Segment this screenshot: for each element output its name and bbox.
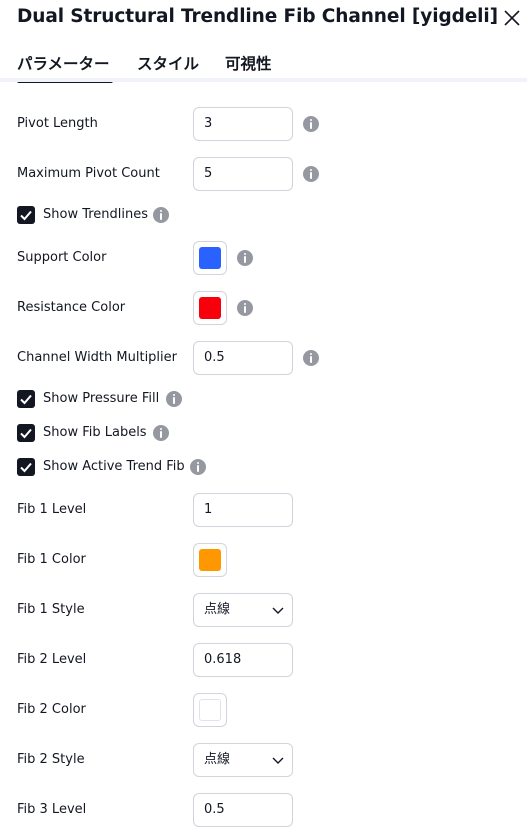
resistance-color-label: Resistance Color [17, 300, 126, 315]
info-icon[interactable] [303, 116, 319, 132]
show-active-trend-fib-checkbox[interactable] [17, 458, 35, 476]
fib1-level-label: Fib 1 Level [17, 502, 87, 517]
info-icon[interactable] [237, 300, 253, 316]
fib2-color-swatch [199, 699, 221, 721]
fib3-level-input[interactable]: 0.5 [193, 793, 293, 827]
show-fib-labels-label: Show Fib Labels [43, 425, 147, 440]
tab-style[interactable]: スタイル [137, 52, 199, 74]
support-color-swatch-button[interactable] [193, 241, 227, 275]
close-icon[interactable] [500, 6, 524, 30]
fib2-color-swatch-button[interactable] [193, 693, 227, 727]
tabs-divider [0, 78, 527, 82]
checkmark-icon [20, 428, 32, 439]
dialog-header: Dual Structural Trendline Fib Channel [y… [0, 0, 532, 40]
show-trendlines-label: Show Trendlines [43, 207, 149, 222]
pivot-length-label: Pivot Length [17, 116, 98, 131]
fib2-style-select[interactable]: 点線 [193, 743, 293, 777]
fib1-style-value: 点線 [204, 602, 231, 617]
fib2-level-label: Fib 2 Level [17, 652, 87, 667]
info-icon[interactable] [303, 350, 319, 366]
checkmark-icon [20, 210, 32, 221]
fib1-level-input[interactable]: 1 [193, 493, 293, 527]
fib1-style-select[interactable]: 点線 [193, 593, 293, 627]
show-pressure-fill-label: Show Pressure Fill [43, 391, 160, 406]
fib2-color-label: Fib 2 Color [17, 702, 86, 717]
info-icon[interactable] [166, 391, 182, 407]
channel-width-label: Channel Width Multiplier [17, 350, 177, 365]
fib2-level-input[interactable]: 0.618 [193, 643, 293, 677]
channel-width-input[interactable]: 0.5 [193, 341, 293, 375]
show-active-trend-fib-label: Show Active Trend Fib [43, 459, 185, 474]
info-icon[interactable] [153, 425, 169, 441]
tab-visibility[interactable]: 可視性 [225, 52, 272, 74]
show-pressure-fill-checkbox[interactable] [17, 390, 35, 408]
fib3-level-label: Fib 3 Level [17, 802, 87, 817]
fib1-color-swatch-button[interactable] [193, 543, 227, 577]
fib2-style-value: 点線 [204, 752, 231, 767]
support-color-label: Support Color [17, 250, 107, 265]
chevron-down-icon [272, 757, 284, 764]
info-icon[interactable] [237, 250, 253, 266]
pivot-length-input[interactable]: 3 [193, 107, 293, 141]
show-fib-labels-checkbox[interactable] [17, 424, 35, 442]
max-pivot-count-input[interactable]: 5 [193, 157, 293, 191]
info-icon[interactable] [303, 166, 319, 182]
checkmark-icon [20, 394, 32, 405]
resistance-color-swatch [199, 297, 221, 319]
fib1-style-label: Fib 1 Style [17, 602, 85, 617]
tab-parameters[interactable]: パラメーター [17, 52, 110, 74]
checkmark-icon [20, 462, 32, 473]
info-icon[interactable] [190, 459, 206, 475]
max-pivot-count-label: Maximum Pivot Count [17, 166, 160, 181]
info-icon[interactable] [153, 207, 169, 223]
fib1-color-label: Fib 1 Color [17, 552, 86, 567]
chevron-down-icon [272, 607, 284, 614]
show-trendlines-checkbox[interactable] [17, 206, 35, 224]
support-color-swatch [199, 247, 221, 269]
resistance-color-swatch-button[interactable] [193, 291, 227, 325]
fib2-style-label: Fib 2 Style [17, 752, 85, 767]
fib1-color-swatch [199, 549, 221, 571]
dialog-title: Dual Structural Trendline Fib Channel [y… [17, 6, 497, 27]
